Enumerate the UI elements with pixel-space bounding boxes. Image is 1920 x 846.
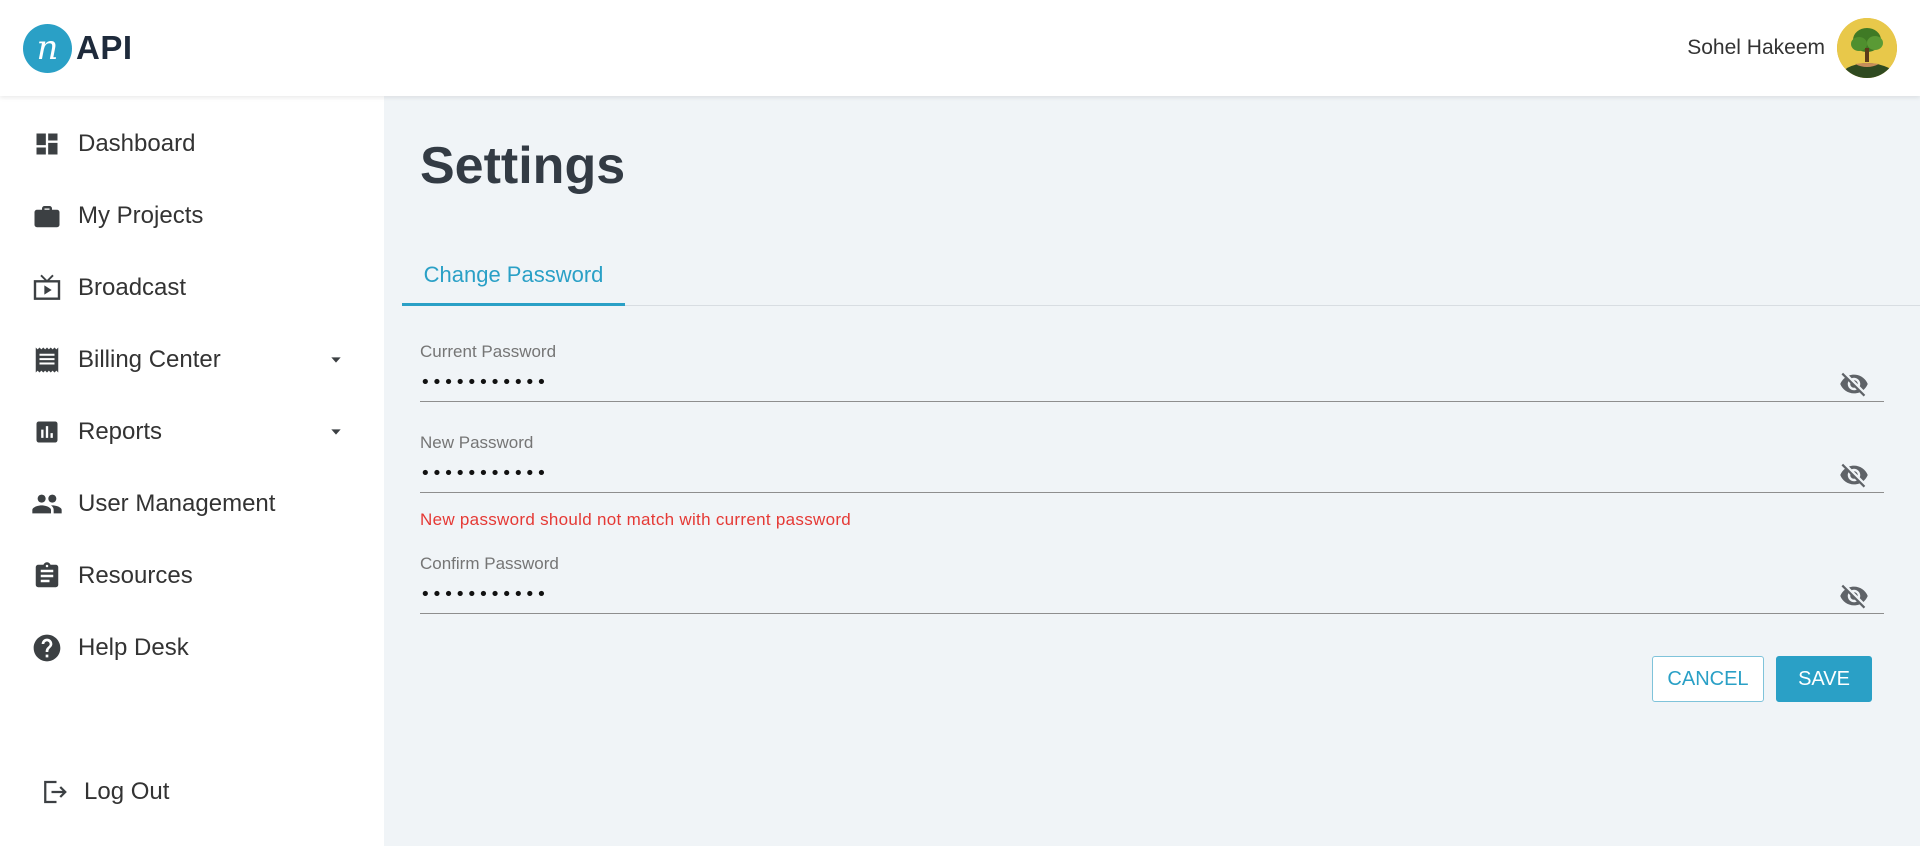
sidebar-item-label: My Projects [78, 202, 204, 229]
logo-text: API [76, 29, 133, 66]
visibility-off-icon[interactable] [1838, 368, 1870, 400]
sidebar-item-label: Help Desk [78, 634, 189, 661]
tv-play-icon [31, 272, 63, 304]
sidebar-item-label: Billing Center [78, 346, 221, 373]
sidebar-item-help-desk[interactable]: Help Desk [0, 618, 384, 678]
user-menu[interactable]: Sohel Hakeem [1687, 17, 1897, 79]
logout-icon [38, 776, 70, 808]
sidebar-item-resources[interactable]: Resources [0, 546, 384, 606]
new-password-field: New Password [420, 433, 1884, 505]
user-name: Sohel Hakeem [1687, 36, 1825, 59]
visibility-off-icon[interactable] [1838, 580, 1870, 612]
avatar-image [1837, 18, 1897, 78]
new-password-input[interactable] [420, 457, 1884, 493]
logout-label: Log Out [84, 778, 170, 805]
tab-bar: Change Password [402, 246, 1920, 306]
confirm-password-label: Confirm Password [420, 554, 559, 573]
briefcase-icon [31, 200, 63, 232]
app-logo[interactable]: n API [23, 23, 133, 73]
sidebar-item-label: Reports [78, 418, 163, 445]
tab-change-password[interactable]: Change Password [402, 246, 625, 306]
sidebar-item-label: Resources [78, 562, 193, 589]
sidebar-item-label: User Management [78, 490, 276, 517]
cancel-button[interactable]: CANCEL [1652, 656, 1764, 702]
people-icon [31, 488, 63, 520]
avatar[interactable] [1837, 18, 1897, 78]
new-password-error: New password should not match with curre… [420, 510, 852, 529]
sidebar-item-dashboard[interactable]: Dashboard [0, 114, 384, 174]
sidebar: Dashboard My Projects Broadcast Billing … [0, 96, 384, 846]
dashboard-icon [31, 128, 63, 160]
save-button[interactable]: SAVE [1776, 656, 1872, 702]
visibility-off-icon[interactable] [1838, 459, 1870, 491]
sidebar-item-label: Broadcast [78, 274, 187, 301]
new-password-label: New Password [420, 433, 534, 452]
sidebar-item-billing-center[interactable]: Billing Center [0, 330, 384, 390]
confirm-password-input[interactable] [420, 578, 1884, 614]
sidebar-item-my-projects[interactable]: My Projects [0, 186, 384, 246]
logo-mark: n [23, 23, 72, 73]
sidebar-item-label: Dashboard [78, 130, 196, 157]
main-content: Settings Change Password Current Passwor… [384, 96, 1920, 846]
clipboard-icon [31, 560, 63, 592]
confirm-password-field: Confirm Password [420, 554, 1884, 626]
bar-chart-icon [31, 416, 63, 448]
sidebar-item-user-management[interactable]: User Management [0, 474, 384, 534]
chevron-down-icon[interactable] [326, 350, 346, 370]
current-password-field: Current Password [420, 342, 1884, 414]
top-bar: n API Sohel Hakeem [0, 0, 1920, 96]
sidebar-item-broadcast[interactable]: Broadcast [0, 258, 384, 318]
receipt-icon [31, 344, 63, 376]
chevron-down-icon[interactable] [326, 422, 346, 442]
help-circle-icon [31, 632, 63, 664]
logout-button[interactable]: Log Out [0, 762, 384, 822]
current-password-input[interactable] [420, 366, 1884, 402]
page-title: Settings [420, 137, 626, 195]
current-password-label: Current Password [420, 342, 557, 361]
sidebar-item-reports[interactable]: Reports [0, 402, 384, 462]
